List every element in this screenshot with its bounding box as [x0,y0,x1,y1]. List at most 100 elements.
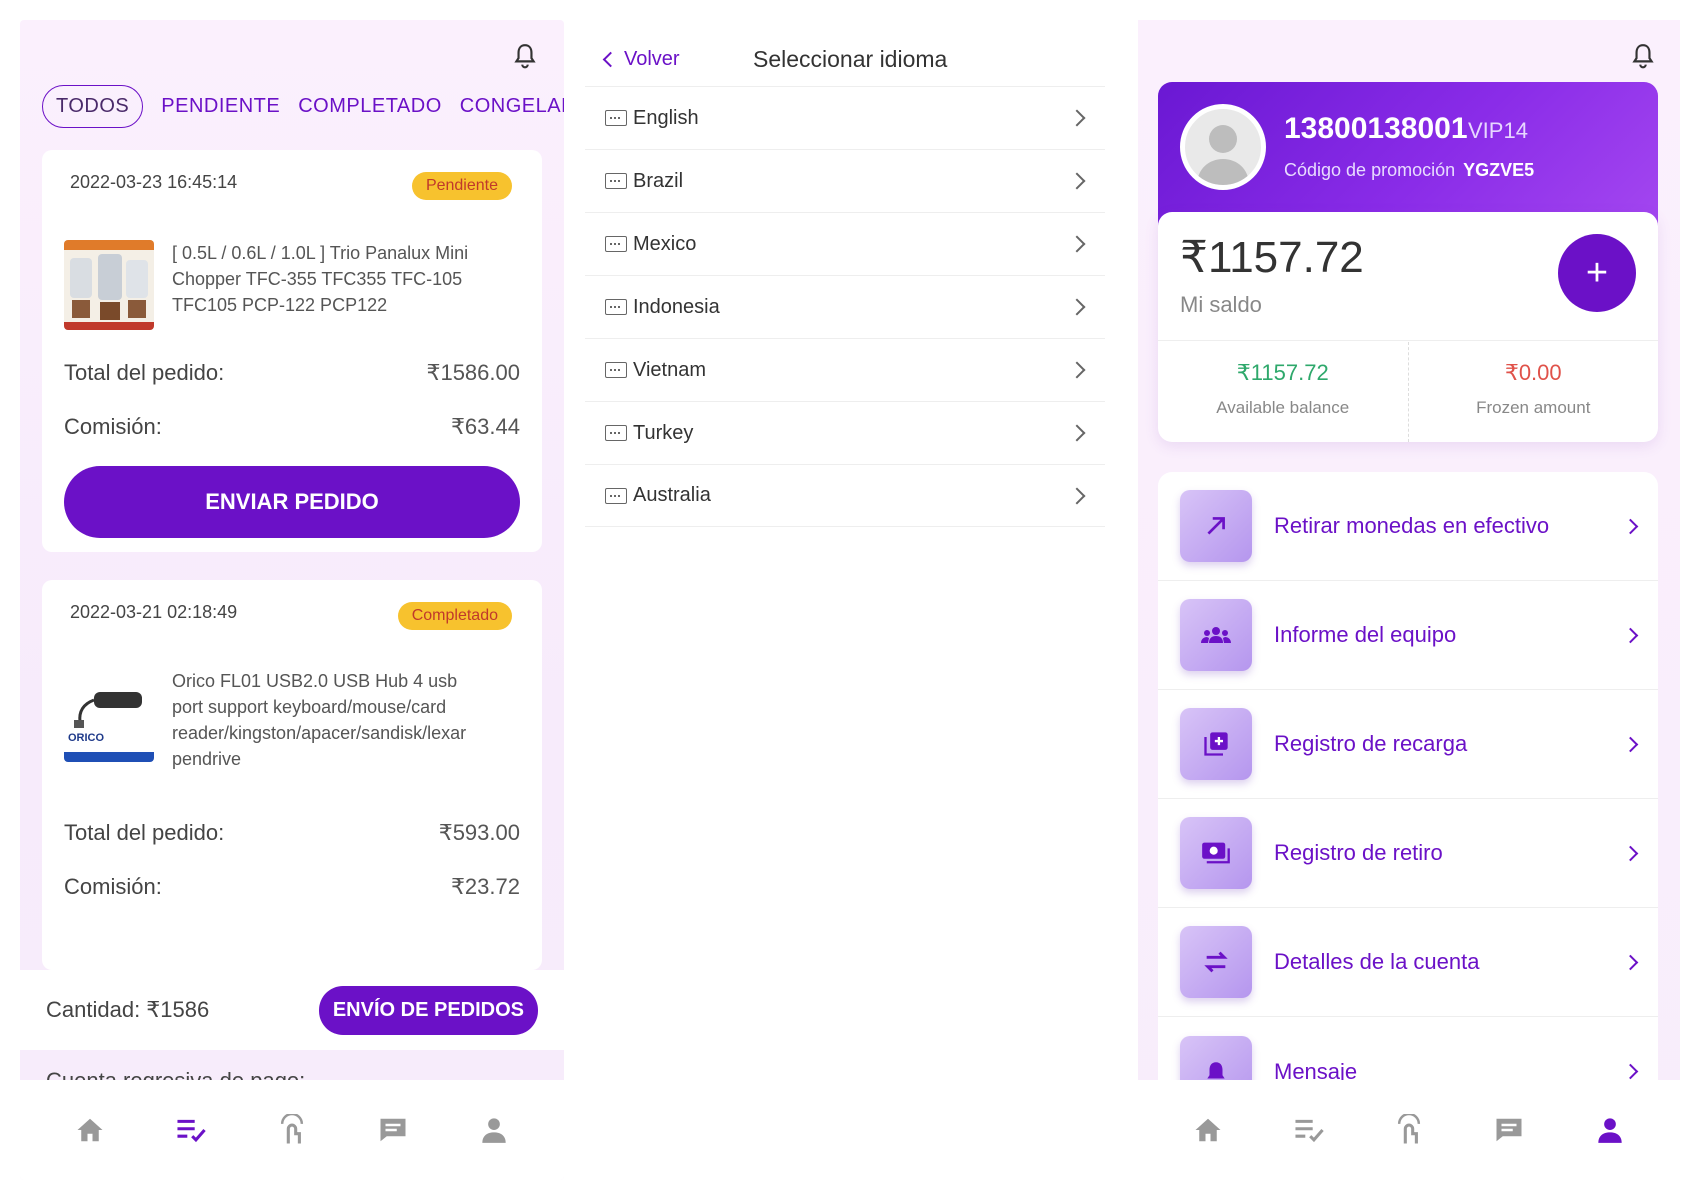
language-item[interactable]: English [585,86,1105,149]
menu-item-team-report[interactable]: Informe del equipo [1158,581,1658,690]
orders-list-icon[interactable] [1292,1113,1326,1147]
menu-item-withdraw[interactable]: Retirar monedas en efectivo [1158,472,1658,581]
order-total-label: Total del pedido: [64,820,225,845]
order-card: 2022-03-23 16:45:14 Pendiente [ 0.5L / 0… [42,150,542,552]
tab-congelado[interactable]: CONGELANI [460,95,564,118]
menu-label: Detalles de la cuenta [1274,949,1480,974]
profile-menu: Retirar monedas en efectivo Informe del … [1158,472,1658,1126]
tab-todos[interactable]: TODOS [42,84,144,128]
available-balance: ₹1157.72 Available balance [1158,342,1408,442]
promo-label: Código de promoción [1284,160,1456,180]
language-item[interactable]: Indonesia [585,275,1105,338]
menu-item-withdraw-record[interactable]: Registro de retiro [1158,799,1658,908]
add-stack-icon [1180,708,1252,780]
available-value: ₹1157.72 [1236,360,1329,385]
language-name: Brazil [633,169,684,192]
swap-icon [1180,926,1252,998]
language-name: English [633,106,699,129]
product-image [64,240,154,330]
product-image: ORICO [64,672,154,762]
promo-code[interactable]: YGZVE5 [1463,160,1534,180]
flag-icon [605,487,627,504]
tab-pendiente[interactable]: PENDIENTE [161,95,280,118]
tab-completado[interactable]: COMPLETADO [298,95,442,118]
recharge-plus-button[interactable]: + [1558,234,1636,312]
chevron-right-icon [1068,235,1086,253]
chevron-right-icon [1622,1063,1639,1080]
ship-orders-button[interactable]: ENVÍO DE PEDIDOS [318,985,538,1035]
menu-label: Registro de recarga [1274,731,1468,756]
divider [1158,340,1658,341]
messages-icon[interactable] [1492,1113,1526,1147]
menu-item-account-details[interactable]: Detalles de la cuenta [1158,908,1658,1017]
flag-icon [605,362,627,378]
balance-card: ₹1157.72 Mi saldo + ₹1157.72 Available b… [1158,212,1658,442]
chevron-right-icon [1068,424,1086,442]
order-tabs: TODOS PENDIENTE COMPLETADO CONGELANI [42,82,564,130]
orders-panel: TODOS PENDIENTE COMPLETADO CONGELANI 202… [20,20,564,1180]
back-label: Volver [624,48,680,70]
page-title: Seleccionar idioma [753,46,948,72]
quantity-text: Cantidad: ₹1586 [46,997,210,1022]
menu-item-recharge-record[interactable]: Registro de recarga [1158,690,1658,799]
order-card: 2022-03-21 02:18:49 Completado ORICO Ori… [42,580,542,970]
bottom-nav [1138,1080,1680,1180]
order-date: 2022-03-23 16:45:14 [70,172,238,192]
promo-code-row: Código de promoción YGZVE5 [1284,160,1534,181]
home-icon[interactable] [73,1113,107,1147]
grab-icon[interactable] [1392,1113,1426,1147]
frozen-label: Frozen amount [1476,398,1591,417]
status-badge: Completado [397,602,512,630]
home-icon[interactable] [1191,1113,1225,1147]
language-item[interactable]: Vietnam [585,338,1105,401]
order-date: 2022-03-21 02:18:49 [70,602,238,622]
profile-icon[interactable] [477,1113,511,1147]
frozen-value: ₹0.00 [1504,360,1562,385]
back-button[interactable]: Volver [602,48,680,71]
chevron-right-icon [1068,172,1086,190]
chevron-right-icon [1068,487,1086,504]
status-badge: Pendiente [411,172,512,200]
chevron-right-icon [1068,109,1086,127]
cash-icon [1180,817,1252,889]
bell-icon[interactable] [1630,42,1656,70]
bell-icon[interactable] [512,42,538,70]
chevron-right-icon [1622,845,1639,861]
commission-row: Comisión: ₹63.44 [64,414,520,440]
language-header: Volver Seleccionar idioma [585,38,1105,86]
avatar[interactable] [1180,104,1266,190]
language-item[interactable]: Australia [585,464,1105,527]
chevron-right-icon [1068,298,1086,316]
profile-header: 13800138001 VIP14 Código de promoción YGZ… [1158,82,1658,232]
language-name: Australia [633,484,711,506]
order-total-label: Total del pedido: [64,360,225,385]
language-item[interactable]: Turkey [585,401,1105,464]
chevron-right-icon [1622,627,1639,643]
chevron-right-icon [1622,736,1639,752]
commission-value: ₹63.44 [450,414,520,439]
chevron-left-icon [602,51,619,68]
orders-list-icon[interactable] [174,1113,208,1147]
order-total-row: Total del pedido: ₹1586.00 [64,360,520,386]
flag-icon [605,173,627,189]
menu-label: Retirar monedas en efectivo [1274,513,1550,538]
balance-amount: ₹1157.72 [1180,233,1364,282]
order-total-value: ₹1586.00 [426,360,520,385]
profile-icon[interactable] [1593,1113,1627,1147]
language-list: English Brazil Mexico Indonesia Vietnam … [585,86,1105,527]
product-title: [ 0.5L / 0.6L / 1.0L ] Trio Panalux Mini… [172,243,469,315]
submit-order-button[interactable]: ENVIAR PEDIDO [64,466,520,538]
grab-icon[interactable] [275,1113,309,1147]
flag-icon [605,110,627,126]
frozen-amount: ₹0.00 Frozen amount [1407,342,1659,442]
commission-label: Comisión: [64,414,162,439]
language-item[interactable]: Mexico [585,212,1105,275]
messages-icon[interactable] [376,1113,410,1147]
commission-row: Comisión: ₹23.72 [64,874,520,900]
menu-label: Registro de retiro [1274,840,1443,865]
chevron-right-icon [1068,361,1086,379]
flag-icon [605,236,627,252]
language-name: Indonesia [633,295,720,318]
language-item[interactable]: Brazil [585,149,1105,212]
balance-split: ₹1157.72 Available balance ₹0.00 Frozen … [1158,342,1658,442]
